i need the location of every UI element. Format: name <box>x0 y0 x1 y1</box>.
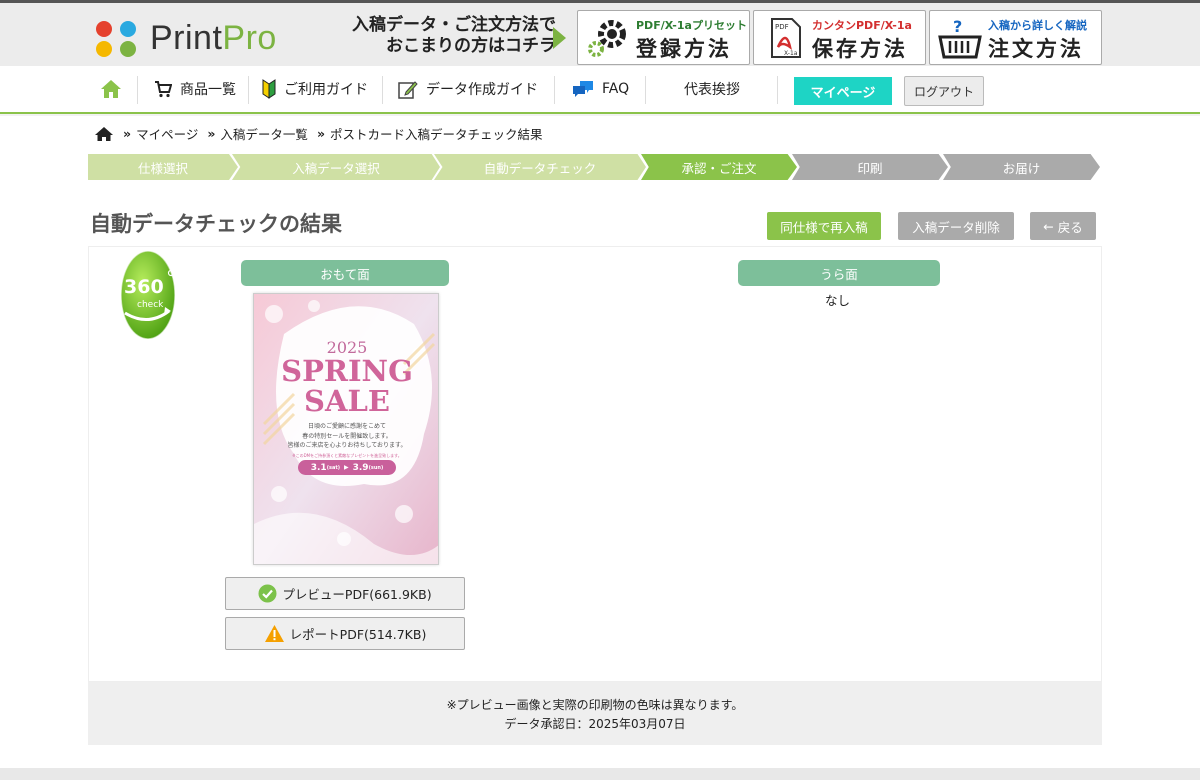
save-method-sub: カンタンPDF/X-1a <box>812 19 912 32</box>
register-method-label: 登録方法 <box>636 37 732 61</box>
edit-icon <box>398 81 418 99</box>
step-spec-select: 仕様選択 <box>88 154 238 180</box>
step-print: 印刷 <box>792 154 948 180</box>
mypage-button[interactable]: マイページ <box>794 77 892 105</box>
nav-home[interactable] <box>100 66 122 112</box>
notes: ※プレビュー画像と実際の印刷物の色味は異なります。 データ承認日：2025年03… <box>88 682 1102 745</box>
chat-icon <box>573 81 593 97</box>
postcard-preview[interactable]: 2025 SPRING SALE 日頃のご愛顧に感謝をこめて 春の特別セールを開… <box>253 293 439 565</box>
svg-text:360: 360 <box>124 276 164 298</box>
register-method-sub: PDF/X-1aプリセット <box>636 19 747 32</box>
save-method-label: 保存方法 <box>812 37 908 61</box>
check-circle-icon <box>258 584 277 603</box>
nav-item-greeting[interactable]: 代表挨拶 <box>684 66 740 112</box>
gear-icon <box>588 20 626 57</box>
home-icon[interactable] <box>94 126 114 142</box>
main-content: » マイページ » 入稿データ一覧 » ポストカード入稿データチェック結果 仕様… <box>0 116 1200 768</box>
breadcrumb-mypage[interactable]: マイページ <box>136 124 198 143</box>
front-side-header: おもて面 <box>241 260 449 286</box>
logo[interactable]: PrintPro <box>96 19 277 58</box>
reorder-button[interactable]: 同仕様で再入稿 <box>767 212 881 240</box>
logo-text: PrintPro <box>150 19 277 57</box>
home-icon <box>101 80 121 98</box>
svg-text:X-1a: X-1a <box>784 50 798 57</box>
basket-question-icon: ? <box>938 17 982 59</box>
back-button[interactable]: ← 戻る <box>1030 212 1096 240</box>
result-panel: 360 check おもて面 うら面 なし 2025 SPRING SALE 日… <box>88 246 1102 682</box>
order-method-label: 注文方法 <box>988 37 1084 61</box>
step-auto-check: 自動データチェック <box>434 154 646 180</box>
nav-item-label: FAQ <box>602 81 630 97</box>
logo-mark <box>96 20 140 57</box>
register-method-button[interactable]: PDF/X-1aプリセット 登録方法 <box>577 10 750 65</box>
svg-text:check: check <box>137 300 164 310</box>
pdf-file-icon: PDF X-1a <box>771 18 801 58</box>
svg-text:PDF: PDF <box>775 23 789 31</box>
preview-pdf-label: プレビューPDF(661.9KB) <box>282 587 432 602</box>
breadcrumb-data-list[interactable]: 入稿データ一覧 <box>220 124 308 143</box>
guide-text[interactable]: 入稿データ・ご注文方法で おこまりの方はコチラ <box>352 15 556 57</box>
warning-icon <box>264 625 284 642</box>
report-pdf-button[interactable]: レポートPDF(514.7KB) <box>225 617 465 650</box>
report-pdf-label: レポートPDF(514.7KB) <box>289 627 427 642</box>
360-check-badge-icon: 360 check <box>120 250 176 340</box>
beginner-mark-icon <box>262 79 276 99</box>
approval-date: データ承認日：2025年03月07日 <box>504 717 686 731</box>
logout-button[interactable]: ログアウト <box>904 76 984 106</box>
nav-item-faq[interactable]: FAQ <box>572 66 629 112</box>
color-disclaimer: ※プレビュー画像と実際の印刷物の色味は異なります。 <box>446 698 744 712</box>
order-method-button[interactable]: ? 入稿から詳しく解説 注文方法 <box>929 10 1102 65</box>
breadcrumb: » マイページ » 入稿データ一覧 » ポストカード入稿データチェック結果 <box>94 124 543 143</box>
back-side-header: うら面 <box>738 260 940 286</box>
progress-steps: 仕様選択 入稿データ選択 自動データチェック 承認・ご注文 印刷 お届け <box>88 154 1100 180</box>
preview-pdf-button[interactable]: プレビューPDF(661.9KB) <box>225 577 465 610</box>
nav-item-label: 代表挨拶 <box>684 82 740 98</box>
breadcrumb-current: ポストカード入稿データチェック結果 <box>330 127 543 142</box>
step-data-select: 入稿データ選択 <box>232 154 440 180</box>
top-header: PrintPro 入稿データ・ご注文方法で おこまりの方はコチラ PDF/X-1… <box>0 0 1200 66</box>
back-button-label: 戻る <box>1057 219 1083 235</box>
page-title: 自動データチェックの結果 <box>90 212 342 236</box>
nav-item-label: データ作成ガイド <box>426 82 538 98</box>
nav-item-label: 商品一覧 <box>180 82 236 98</box>
postcard-headline: SPRING SALE <box>281 354 413 418</box>
nav-item-products[interactable]: 商品一覧 <box>154 66 236 112</box>
svg-text:?: ? <box>953 17 962 36</box>
postcard-body-text: 日頃のご愛顧に感謝をこめて 春の特別セールを開催致します。 皆様のご来店を心より… <box>287 423 407 458</box>
nav-item-label: ご利用ガイド <box>284 82 368 98</box>
cart-icon <box>155 81 172 98</box>
order-method-sub: 入稿から詳しく解説 <box>988 19 1087 32</box>
main-nav: 商品一覧 ご利用ガイド データ作成ガイド FAQ 代表挨拶 マイページ ログアウ… <box>0 66 1200 114</box>
nav-item-data-guide[interactable]: データ作成ガイド <box>398 66 538 112</box>
footer-strip <box>0 768 1200 780</box>
step-delivery: お届け <box>943 154 1100 180</box>
nav-item-guide[interactable]: ご利用ガイド <box>262 66 368 112</box>
step-approve-order: 承認・ご注文 <box>641 154 797 180</box>
save-method-button[interactable]: PDF X-1a カンタンPDF/X-1a 保存方法 <box>753 10 926 65</box>
arrow-right-icon <box>553 27 566 49</box>
delete-data-button[interactable]: 入稿データ削除 <box>898 212 1014 240</box>
postcard-date-range: 3.1 (sat) ▶ 3.9 (sun) <box>298 460 396 475</box>
back-side-value: なし <box>825 293 851 308</box>
arrow-left-icon: ← <box>1043 218 1054 234</box>
